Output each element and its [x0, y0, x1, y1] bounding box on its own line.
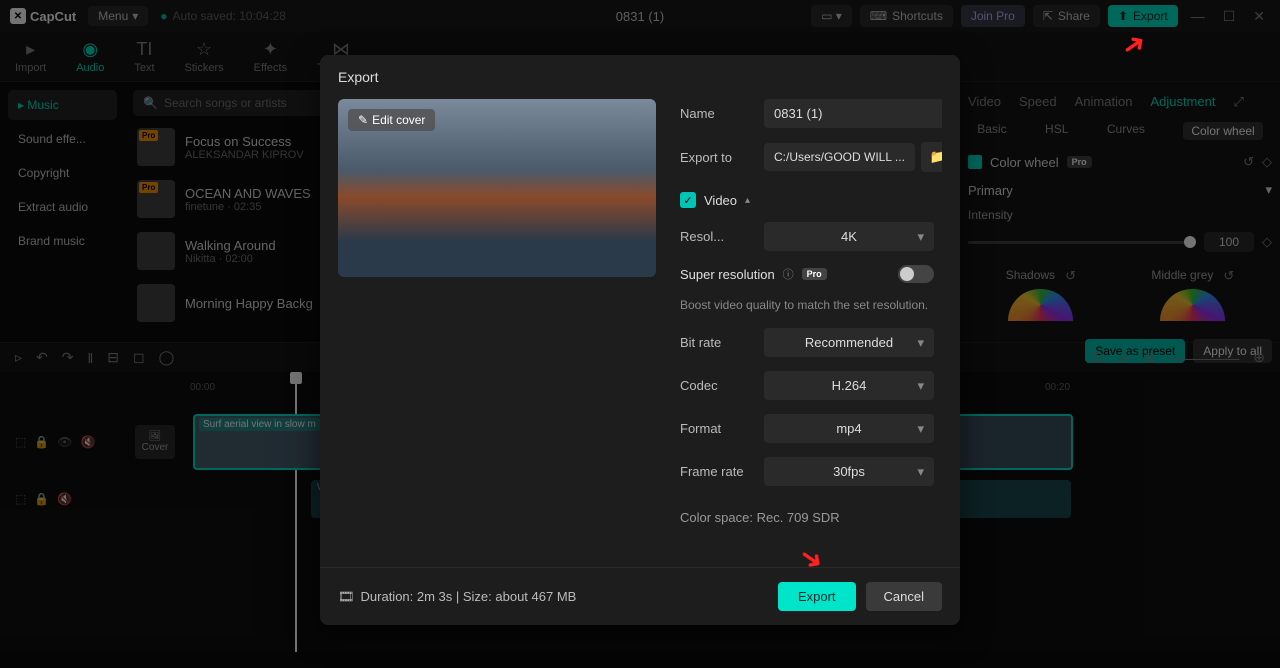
film-icon: 🎞 [338, 589, 355, 605]
bitrate-row: Bit rate Recommended [680, 328, 934, 357]
resolution-select[interactable]: 4K [764, 222, 934, 251]
edit-cover-button[interactable]: ✎Edit cover [348, 109, 435, 131]
codec-select[interactable]: H.264 [764, 371, 934, 400]
cancel-button[interactable]: Cancel [866, 582, 942, 611]
duration-info: 🎞 Duration: 2m 3s | Size: about 467 MB [338, 589, 576, 605]
export-path: C:/Users/GOOD WILL ... [764, 143, 915, 171]
folder-icon: 📁 [930, 149, 942, 164]
pro-badge: Pro [802, 268, 827, 280]
sr-toggle[interactable] [898, 265, 934, 283]
resolution-label: Resol... [680, 229, 752, 244]
export-modal: Export ✎Edit cover Name Export to C:/Use… [320, 55, 960, 625]
browse-folder-button[interactable]: 📁 [921, 142, 942, 172]
sr-label: Super resolution [680, 267, 775, 282]
cover-preview: ✎Edit cover [338, 99, 656, 277]
format-row: Format mp4 [680, 414, 934, 443]
resolution-row: Resol... 4K [680, 222, 934, 251]
pencil-icon: ✎ [358, 113, 368, 127]
info-icon[interactable]: ⓘ [783, 266, 794, 282]
format-label: Format [680, 421, 752, 436]
collapse-icon[interactable]: ▴ [745, 195, 750, 206]
name-row: Name [680, 99, 934, 128]
bitrate-select[interactable]: Recommended [764, 328, 934, 357]
export-to-label: Export to [680, 150, 752, 165]
codec-label: Codec [680, 378, 752, 393]
sr-help: Boost video quality to match the set res… [680, 297, 934, 314]
video-section-title: Video [704, 193, 737, 208]
modal-title: Export [320, 55, 960, 99]
bitrate-label: Bit rate [680, 335, 752, 350]
framerate-label: Frame rate [680, 464, 752, 479]
export-to-row: Export to C:/Users/GOOD WILL ... 📁 [680, 142, 934, 172]
name-input[interactable] [764, 99, 942, 128]
super-resolution-row: Super resolution ⓘ Pro [680, 265, 934, 283]
format-select[interactable]: mp4 [764, 414, 934, 443]
modal-footer: 🎞 Duration: 2m 3s | Size: about 467 MB E… [320, 567, 960, 625]
video-section-header: ✓ Video ▴ [680, 186, 934, 208]
name-label: Name [680, 106, 752, 121]
video-checkbox[interactable]: ✓ [680, 192, 696, 208]
framerate-select[interactable]: 30fps [764, 457, 934, 486]
export-confirm-button[interactable]: Export [778, 582, 856, 611]
framerate-row: Frame rate 30fps [680, 457, 934, 486]
color-space-label: Color space: Rec. 709 SDR [680, 500, 934, 525]
codec-row: Codec H.264 [680, 371, 934, 400]
